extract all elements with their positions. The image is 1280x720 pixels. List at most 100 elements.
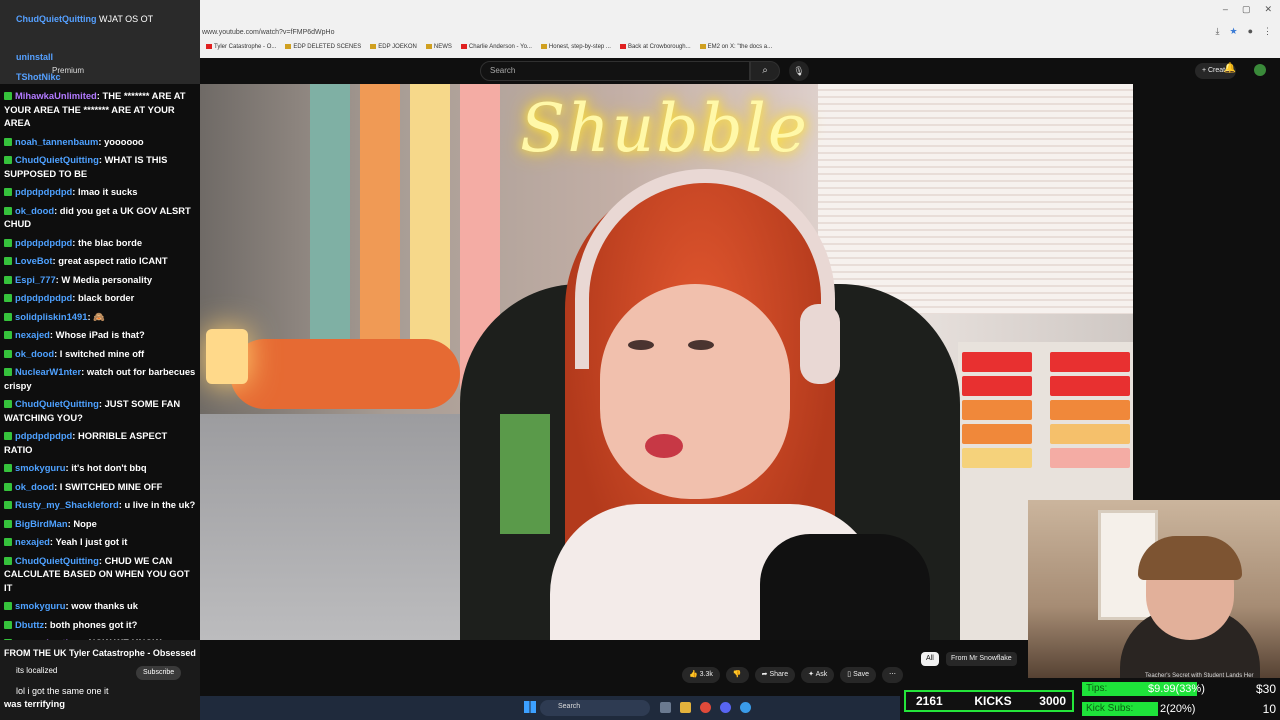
bookmark-item[interactable]: Charlie Anderson - Yo... (461, 44, 532, 50)
window-blinds (818, 84, 1133, 314)
search-input[interactable]: Search (480, 61, 750, 81)
task-view-icon[interactable] (660, 702, 671, 713)
chat-username[interactable]: MihawkaUnlimited (15, 90, 97, 101)
chip-from-channel[interactable]: From Mr Snowflake (946, 652, 1017, 666)
lamp (206, 329, 248, 384)
more-button[interactable]: ⋯ (882, 667, 904, 683)
chrome-icon[interactable] (700, 702, 711, 713)
chat-username[interactable]: Rusty_my_Shackleford (15, 499, 119, 510)
minimize-button[interactable]: – (1223, 4, 1228, 15)
close-button[interactable]: ✕ (1264, 4, 1272, 15)
chat-badge-icon (4, 556, 12, 565)
chat-badge-icon (4, 188, 12, 196)
chat-username[interactable]: ok_dood (15, 205, 54, 216)
chat-message: nexajed: Whose iPad is that? (4, 328, 196, 342)
sparkle-icon: ✦ (808, 671, 815, 678)
bookmark-item[interactable]: EDP DELETED SCENES (285, 44, 361, 50)
chat-username[interactable]: pdpdpdpdpd (15, 430, 72, 441)
chat-top-message: ChudQuietQuitting WJAT OS OT (16, 14, 154, 24)
chat-username[interactable]: noah_tannenbaum (15, 136, 98, 147)
chat-username[interactable]: BigBirdMan (15, 518, 68, 529)
address-bar[interactable]: www.youtube.com/watch?v=fFMP6dWpHo (200, 24, 1280, 40)
save-button[interactable]: ▯ Save (840, 667, 877, 683)
search-icon: ⌕ (762, 65, 768, 76)
dislike-button[interactable]: 👎 (725, 667, 749, 683)
chat-badge-icon (4, 620, 12, 629)
chat-username[interactable]: pdpdpdpdpd (15, 292, 72, 303)
chat-username[interactable]: NuclearW1nter (15, 366, 81, 377)
chat-badge-icon (4, 501, 12, 509)
drawer (962, 424, 1032, 444)
subs-goal: 10 (1262, 702, 1276, 716)
chat-username[interactable]: solidpliskin1491 (15, 311, 87, 322)
ask-button[interactable]: ✦ Ask (801, 667, 835, 683)
chat-message: solidpliskin1491: 🙈 (4, 310, 196, 324)
window-controls: – ▢ ✕ (1223, 4, 1272, 15)
notifications-icon[interactable]: 🔔 (1224, 63, 1236, 74)
chat-username[interactable]: pdpdpdpdpd (15, 237, 72, 248)
chat-username[interactable]: LoveBot (15, 255, 53, 266)
taskbar-search-placeholder: Search (558, 703, 581, 710)
url-text[interactable]: www.youtube.com/watch?v=fFMP6dWpHo (202, 29, 334, 36)
video-player[interactable]: Shubble (200, 84, 1133, 640)
search-button[interactable]: ⌕ (750, 61, 780, 81)
chat-username[interactable]: ChudQuietQuitting (15, 398, 99, 409)
chat-username[interactable]: Espi_777 (15, 274, 56, 285)
subscribe-button[interactable]: Subscribe (136, 666, 182, 680)
extension-icons: ⤓ ★ ● ⋮ (1216, 26, 1273, 37)
chat-username[interactable]: ok_dood (15, 348, 54, 359)
bookmark-item[interactable]: EM2 on X: "the docs a... (700, 44, 773, 50)
search-placeholder: Search (490, 66, 516, 75)
chat-message: Espi_777: W Media personality (4, 273, 196, 287)
chat-message: LoveBot: great aspect ratio ICANT (4, 254, 196, 268)
chat-message: ok_dood: I SWITCHED MINE OFF (4, 480, 196, 494)
chat-username[interactable]: pdpdpdpdpd (15, 186, 72, 197)
drawer (962, 400, 1032, 420)
voice-search-button[interactable]: 🎙 (789, 61, 809, 81)
chat-text: 🙈 (93, 310, 105, 322)
subs-value: 2(20%) (1160, 703, 1196, 715)
bookmark-item[interactable]: Tyler Catastrophe - O... (206, 44, 276, 50)
bookmark-item[interactable]: Back at Crowborough... (620, 44, 691, 50)
discord-icon[interactable] (720, 702, 731, 713)
chat-username[interactable]: smokyguru (15, 462, 66, 473)
headphone-earcup (800, 304, 840, 384)
chat-badge-icon (4, 238, 12, 247)
chat-username[interactable]: ChudQuietQuitting (15, 555, 99, 566)
chat-username[interactable]: ChudQuietQuitting (15, 154, 99, 165)
bookmark-item[interactable]: NEWS (426, 44, 452, 50)
share-button[interactable]: ➦ Share (754, 667, 796, 683)
chat-username[interactable]: Dbuttz (15, 619, 44, 630)
chat-badge-icon (4, 275, 12, 284)
like-button[interactable]: 👍 3.3k (682, 667, 720, 683)
windows-start-icon[interactable] (524, 701, 536, 713)
chat-message: smokyguru: wow thanks uk (4, 599, 196, 613)
chat-badge-icon (4, 92, 12, 100)
bookmark-item[interactable]: Honest, step-by-step ... (541, 44, 611, 50)
kicks-counter: 2161 KICKS 3000 (904, 690, 1074, 712)
kicks-label: KICKS (974, 694, 1012, 708)
chat-message: ChudQuietQuitting: JUST SOME FAN WATCHIN… (4, 398, 181, 423)
drawer (1050, 400, 1130, 420)
chat-username[interactable]: nexajed (15, 536, 50, 547)
bookmark-item[interactable]: EDP JOEKON (370, 44, 417, 50)
webcam-person-hat (1138, 536, 1242, 580)
star-icon[interactable]: ★ (1229, 26, 1237, 37)
kicks-count: 2161 (916, 694, 943, 708)
chat-text: u live in the uk? (124, 499, 196, 510)
chat-username[interactable]: ok_dood (15, 481, 54, 492)
download-icon[interactable]: ⤓ (1216, 26, 1220, 37)
chip-all[interactable]: All (921, 652, 939, 666)
streamer-face (600, 284, 790, 499)
chat-username[interactable]: nexajed (15, 329, 50, 340)
avatar[interactable] (1254, 64, 1266, 76)
menu-icon[interactable]: ⋮ (1263, 26, 1272, 37)
chat-message: its localized (16, 666, 58, 675)
file-explorer-icon[interactable] (680, 702, 691, 713)
taskbar-search[interactable]: Search (540, 700, 650, 716)
chat-username[interactable]: smokyguru (15, 600, 66, 611)
edge-icon[interactable] (740, 702, 751, 713)
profile-icon[interactable]: ● (1248, 26, 1253, 37)
maximize-button[interactable]: ▢ (1242, 4, 1251, 15)
drawer (962, 352, 1032, 372)
